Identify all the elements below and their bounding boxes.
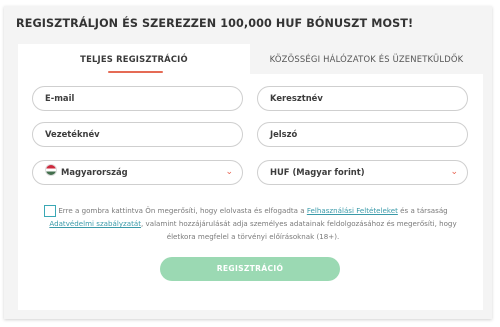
country-select[interactable]: Magyarország ⌄	[32, 160, 243, 185]
page-title: REGISZTRÁLJON ÉS SZEREZZEN 100,000 HUF B…	[16, 17, 414, 30]
password-placeholder: Jelszó	[270, 129, 298, 139]
active-tab-indicator	[108, 71, 163, 73]
hungary-flag-icon	[45, 164, 57, 176]
tab-label: TELJES REGISZTRÁCIÓ	[80, 54, 188, 64]
consent-text: Erre a gombra kattintva Ön megerősíti, h…	[38, 204, 468, 243]
chevron-down-icon: ⌄	[225, 167, 233, 177]
chevron-down-icon: ⌄	[450, 167, 458, 177]
privacy-policy-link[interactable]: Adatvédelmi szabályzatát	[49, 219, 141, 228]
tab-social-networks[interactable]: KÖZÖSSÉGI HÁLÓZATOK ÉS ÜZENETKÜLDŐK	[250, 44, 483, 74]
first-name-field[interactable]: Keresztnév	[257, 86, 468, 111]
currency-value: HUF (Magyar forint)	[270, 167, 365, 177]
currency-select[interactable]: HUF (Magyar forint) ⌄	[257, 160, 468, 185]
tab-full-registration[interactable]: TELJES REGISZTRÁCIÓ	[18, 44, 250, 74]
registration-tabs: TELJES REGISZTRÁCIÓ KÖZÖSSÉGI HÁLÓZATOK …	[18, 44, 483, 74]
tab-label: KÖZÖSSÉGI HÁLÓZATOK ÉS ÜZENETKÜLDŐK	[269, 54, 464, 64]
email-field[interactable]: E-mail	[32, 86, 243, 111]
last-name-field[interactable]: Vezetéknév	[32, 122, 243, 147]
consent-text-part: és a társaság	[397, 206, 448, 215]
email-placeholder: E-mail	[45, 93, 75, 103]
password-field[interactable]: Jelszó	[257, 122, 468, 147]
register-button[interactable]: REGISZTRÁCIÓ	[160, 257, 340, 281]
terms-link[interactable]: Felhasználási Feltételeket	[307, 206, 398, 215]
registration-form: E-mail Keresztnév Vezetéknév Jelszó Magy…	[18, 74, 483, 310]
consent-text-part: Erre a gombra kattintva Ön megerősíti, h…	[58, 206, 307, 215]
country-value: Magyarország	[61, 167, 128, 177]
last-name-placeholder: Vezetéknév	[45, 129, 100, 139]
first-name-placeholder: Keresztnév	[270, 93, 323, 103]
consent-text-part: , valamint hozzájárulását adja személyes…	[141, 219, 457, 241]
